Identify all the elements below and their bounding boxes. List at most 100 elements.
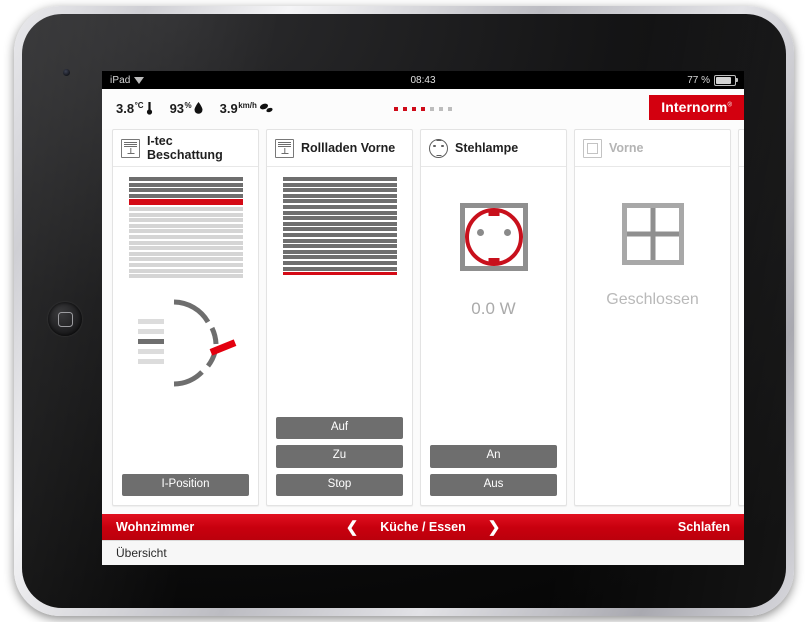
home-button-square-icon xyxy=(58,312,73,327)
weather-temperature: 3.8 °C xyxy=(116,100,153,117)
stop-button[interactable]: Stop xyxy=(276,473,403,496)
blind-slat xyxy=(128,229,243,234)
wind-value: 3.9 xyxy=(219,101,238,116)
blind-position-marker xyxy=(282,272,397,276)
blind-position-widget[interactable] xyxy=(128,177,243,279)
humidity-drop-icon xyxy=(194,102,203,116)
blind-slat xyxy=(128,206,243,211)
slat-angle-dial[interactable] xyxy=(130,294,242,388)
wind-icon xyxy=(259,102,274,116)
dial-mark xyxy=(137,349,164,355)
blind-slat xyxy=(128,268,243,273)
blind-slat xyxy=(282,221,397,226)
blind-icon-base xyxy=(281,152,288,154)
nav-center-group: ❮ Küche / Essen ❯ xyxy=(102,520,744,535)
blind-slat xyxy=(128,188,243,193)
humidity-value: 93 xyxy=(169,101,185,116)
page-dot[interactable] xyxy=(403,107,407,111)
socket-graphic xyxy=(459,203,528,271)
socket-pin xyxy=(476,229,484,236)
front-camera-icon xyxy=(63,69,70,76)
device-card-list: I-tec Beschattung I-Position Rollladen V… xyxy=(102,129,744,514)
window-status-label: Geschlossen xyxy=(606,291,699,308)
i-position-button[interactable]: I-Position xyxy=(122,473,249,496)
dial-mark xyxy=(137,319,164,325)
page-indicator-dots[interactable] xyxy=(383,107,463,111)
card-title: Rollladen Vorne xyxy=(301,140,396,155)
blind-slat xyxy=(128,246,243,251)
blind-icon-base xyxy=(127,152,134,154)
card-body: I-Position xyxy=(113,167,258,505)
blind-icon xyxy=(275,138,294,158)
dial-mark xyxy=(137,329,164,335)
card-vorne[interactable]: Vorne Geschlossen xyxy=(574,129,731,506)
blind-slat xyxy=(282,260,397,265)
card-title-line1: I-tec xyxy=(147,133,173,148)
blind-slat xyxy=(282,249,397,254)
page-dot[interactable] xyxy=(448,107,452,111)
page-dot[interactable] xyxy=(439,107,443,111)
page-dot[interactable] xyxy=(412,107,416,111)
socket-icon-pin xyxy=(441,145,444,148)
page-dot[interactable] xyxy=(421,107,425,111)
dial-slat-marks xyxy=(137,319,164,365)
blind-slat xyxy=(282,193,397,198)
aus-button[interactable]: Aus xyxy=(430,473,557,496)
window-icon xyxy=(583,138,602,158)
nav-prev-room-label[interactable]: Wohnzimmer xyxy=(116,520,194,534)
screen: iPad 08:43 77 % 3.8 °C 93 % 3.9 km/h Int… xyxy=(102,71,744,565)
chevron-right-icon[interactable]: ❯ xyxy=(488,520,501,535)
dial-mark xyxy=(137,359,164,365)
nav-next-room-label[interactable]: Schlafen xyxy=(678,520,730,534)
internorm-logo-text: Internorm xyxy=(661,99,728,115)
socket-pin xyxy=(503,229,511,236)
blind-slat xyxy=(282,188,397,193)
chevron-left-icon[interactable]: ❮ xyxy=(346,520,359,535)
power-reading: 0.0 W xyxy=(471,299,516,318)
blind-slat xyxy=(128,234,243,239)
temperature-value: 3.8 xyxy=(116,100,135,116)
auf-button[interactable]: Auf xyxy=(276,416,403,439)
zu-button[interactable]: Zu xyxy=(276,445,403,468)
home-button[interactable] xyxy=(48,302,82,336)
card-rollladen-vorne[interactable]: Rollladen Vorne Auf Zu Stop xyxy=(266,129,413,506)
card-header: Rollladen Vorne xyxy=(267,130,412,167)
card-stehlampe[interactable]: Stehlampe 0.0 W An Aus xyxy=(420,129,567,506)
battery-fill xyxy=(716,76,731,84)
trademark-symbol: ® xyxy=(727,102,732,109)
page-dot[interactable] xyxy=(430,107,434,111)
window-icon-pane xyxy=(587,142,598,154)
app-top-bar: 3.8 °C 93 % 3.9 km/h Internorm® xyxy=(102,89,744,129)
card-title: Stehlampe xyxy=(455,140,519,155)
card-i-tec-beschattung[interactable]: I-tec Beschattung I-Position xyxy=(112,129,259,506)
card-body: Auf Zu Stop xyxy=(267,167,412,505)
blind-slat xyxy=(128,212,243,217)
blind-slat xyxy=(128,240,243,245)
weather-wind: 3.9 km/h xyxy=(220,102,274,116)
internorm-logo: Internorm® xyxy=(649,95,744,120)
uebersicht-link[interactable]: Übersicht xyxy=(116,546,167,560)
blind-slat xyxy=(282,204,397,209)
internorm-app: 3.8 °C 93 % 3.9 km/h Internorm® I-tec Be… xyxy=(102,89,744,565)
status-bar-right: 77 % xyxy=(687,74,738,86)
blind-icon xyxy=(121,138,140,158)
blind-slat xyxy=(128,257,243,262)
page-dot[interactable] xyxy=(394,107,398,111)
card-title: Vorne xyxy=(609,140,644,155)
blind-slat xyxy=(282,255,397,260)
card-body: Geschlossen xyxy=(575,167,730,505)
blind-slat xyxy=(128,274,243,279)
weather-humidity: 93 % xyxy=(170,102,203,116)
blind-slat xyxy=(128,193,243,198)
card-header xyxy=(739,130,744,167)
wind-unit: km/h xyxy=(238,101,257,110)
card-partial-next[interactable] xyxy=(738,129,744,506)
blind-position-widget[interactable] xyxy=(282,177,397,276)
socket-icon xyxy=(429,138,448,158)
an-button[interactable]: An xyxy=(430,445,557,468)
card-body: 0.0 W An Aus xyxy=(421,167,566,505)
blind-position-marker xyxy=(128,199,243,206)
blind-slat xyxy=(282,266,397,271)
nav-current-room-label: Küche / Essen xyxy=(380,520,466,534)
card-buttons: Auf Zu Stop xyxy=(276,416,403,496)
